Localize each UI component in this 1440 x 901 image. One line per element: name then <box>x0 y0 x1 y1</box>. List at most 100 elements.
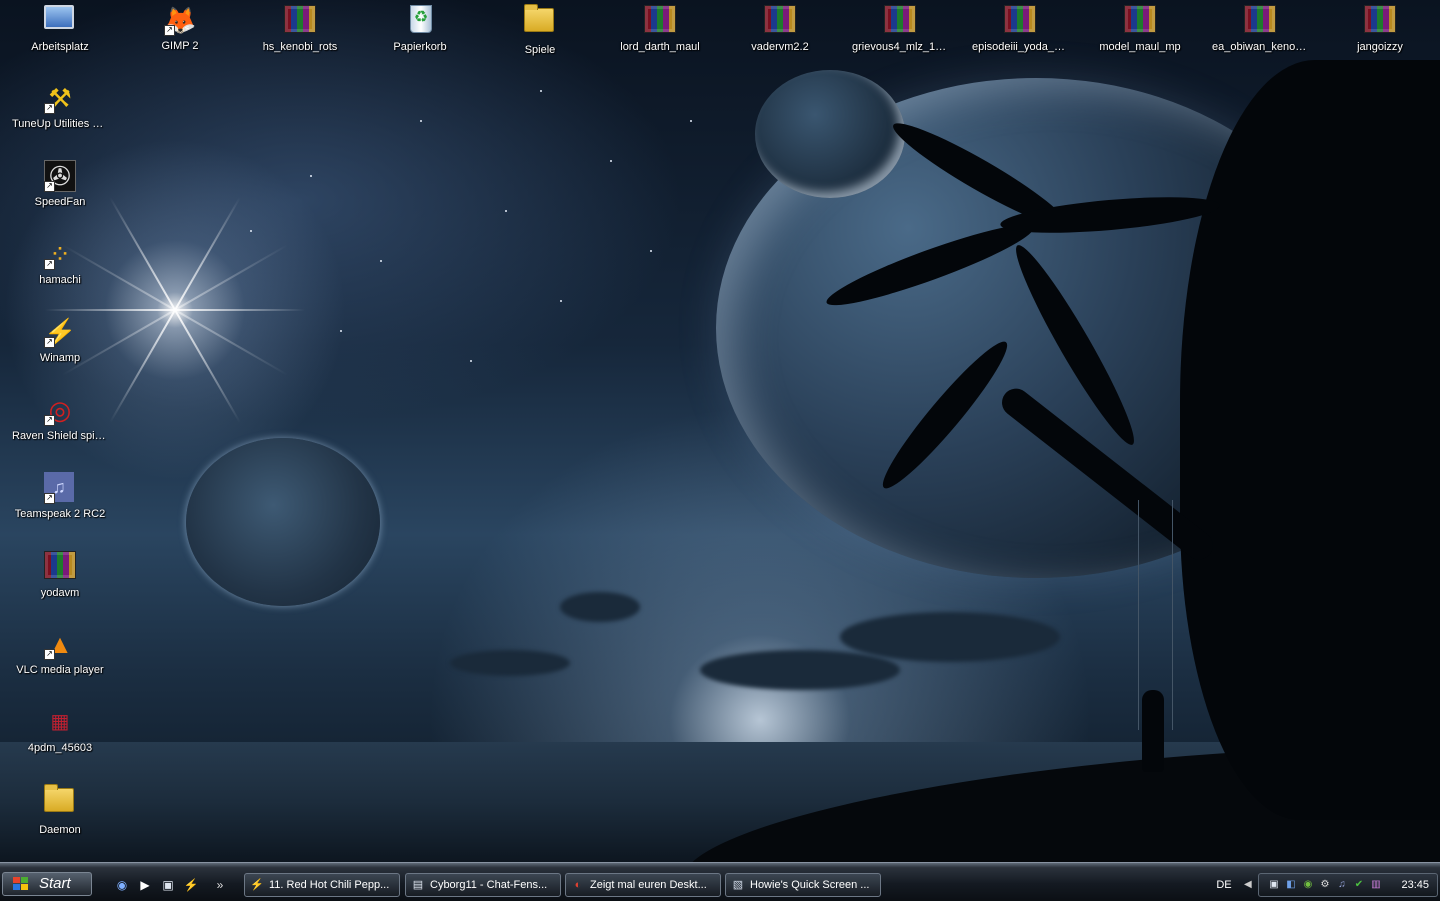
winrar-archive-icon <box>644 5 676 37</box>
desktop-icon-model-maul-mp[interactable]: model_maul_mp <box>1092 2 1188 72</box>
desktop-icon-label: Winamp <box>39 352 81 364</box>
desktop-icon-label: TuneUp Utilities 2007 <box>12 118 108 130</box>
desktop-icon-label: hs_kenobi_rots <box>262 41 338 53</box>
wallpaper-cloud <box>450 650 570 676</box>
winrar-archive-icon <box>44 551 76 583</box>
quick-launch-overflow-button[interactable]: » <box>212 877 228 893</box>
wallpaper-cloud <box>700 650 900 690</box>
winrar-archive-icon <box>1244 5 1276 37</box>
desktop-icon-label: Arbeitsplatz <box>31 41 89 53</box>
raven-shield-icon: ◎ ↗ <box>44 394 76 426</box>
clock[interactable]: 23:45 <box>1401 874 1429 896</box>
desktop-icon-vadervm[interactable]: vadervm2.2 <box>732 2 828 72</box>
wallpaper-star <box>560 300 562 302</box>
task-label: 11. Red Hot Chili Pepp... <box>269 879 390 891</box>
chart-icon[interactable]: ▥ <box>1369 878 1383 892</box>
desktop-icon-jangoizzy[interactable]: jangoizzy <box>1332 2 1428 72</box>
winamp-icon[interactable]: ⚡ <box>183 877 199 893</box>
monitor-icon[interactable]: ◧ <box>1284 878 1298 892</box>
browser-icon: ◐ <box>574 879 582 891</box>
desktop-icon-label: ea_obiwan_kenobi_... <box>1212 41 1308 53</box>
desktop-icon-tuneup[interactable]: ⚒ ↗ TuneUp Utilities 2007 <box>12 80 108 150</box>
speedfan-icon: ✇ ↗ <box>44 160 76 192</box>
desktop-icon-papierkorb[interactable]: ♻ Papierkorb <box>372 2 468 72</box>
network-icon[interactable]: ▣ <box>1267 878 1281 892</box>
taskbar-button-browser[interactable]: ◐ Zeigt mal euren Deskt... <box>565 873 721 897</box>
desktop-icon-episodeiii-yoda[interactable]: episodeiii_yoda_kaio <box>972 2 1068 72</box>
hamachi-icon: ⁘ ↗ <box>44 238 76 270</box>
desktop-icon-label: vadervm2.2 <box>751 41 809 53</box>
desktop-icon-hamachi[interactable]: ⁘ ↗ hamachi <box>12 236 108 306</box>
wallpaper-moon <box>755 70 905 198</box>
desktop-icon-label: lord_darth_maul <box>620 41 700 53</box>
screenshot-tool-icon: ▧ <box>732 879 744 891</box>
desktop-icon-label: Papierkorb <box>393 41 447 53</box>
desktop-icon-label: episodeiii_yoda_kaio <box>972 41 1068 53</box>
desktop-icon-raven-shield[interactable]: ◎ ↗ Raven Shield spielen <box>12 392 108 462</box>
desktop-icon-yodavm[interactable]: yodavm <box>12 548 108 618</box>
desktop-wallpaper <box>0 0 1440 862</box>
desktop-icon-daemon[interactable]: Daemon <box>12 782 108 852</box>
taskbar-button-screenshot[interactable]: ▧ Howie's Quick Screen ... <box>725 873 881 897</box>
task-label: Zeigt mal euren Deskt... <box>590 879 707 891</box>
desktop-icon-label: Teamspeak 2 RC2 <box>14 508 106 520</box>
desktop-icon-vlc[interactable]: ▲ ↗ VLC media player <box>12 626 108 696</box>
start-button[interactable]: Start <box>2 872 92 896</box>
desktop-icon-teamspeak[interactable]: ♫ ↗ Teamspeak 2 RC2 <box>12 470 108 540</box>
wallpaper-star <box>540 90 542 92</box>
wallpaper-star <box>340 330 342 332</box>
wallpaper-swing-figure <box>1142 690 1164 772</box>
wallpaper-star <box>610 160 612 162</box>
teamspeak-icon[interactable]: ♫ <box>1335 878 1349 892</box>
wallpaper-star <box>505 210 507 212</box>
desktop-icon-gimp[interactable]: 🦊 ↗ GIMP 2 <box>132 2 228 72</box>
desktop-icon-label: grievous4_mlz_1_01 <box>852 41 948 53</box>
show-desktop-icon[interactable]: ◉ <box>114 877 130 893</box>
desktop-icon-label: Raven Shield spielen <box>12 430 108 442</box>
4pdm-icon: ▦ <box>50 711 70 733</box>
task-label: Cyborg11 - Chat-Fens... <box>430 879 548 891</box>
security-icon[interactable]: ✔ <box>1352 878 1366 892</box>
desktop-icon-grievous4[interactable]: grievous4_mlz_1_01 <box>852 2 948 72</box>
winamp-icon: ⚡ ↗ <box>44 317 77 348</box>
tray-expand-chevron-icon[interactable]: ◀ <box>1244 876 1256 894</box>
desktop-icon-label: yodavm <box>40 587 80 599</box>
wallpaper-cloud <box>840 612 1060 662</box>
desktop-icon-hs-kenobi-rots[interactable]: hs_kenobi_rots <box>252 2 348 72</box>
desktop-icon-winamp[interactable]: ⚡ ↗ Winamp <box>12 314 108 384</box>
desktop-icon-speedfan[interactable]: ✇ ↗ SpeedFan <box>12 158 108 228</box>
computer-icon <box>44 5 76 37</box>
desktop-icon-label: Spiele <box>524 44 556 56</box>
window-icon[interactable]: ▣ <box>160 877 176 893</box>
wallpaper-tree-silhouette <box>1180 60 1440 820</box>
gimp-icon: 🦊 ↗ <box>164 5 197 36</box>
wallpaper-star <box>470 360 472 362</box>
wallpaper-swing-rope <box>1172 500 1173 730</box>
wallpaper-star <box>690 120 692 122</box>
teamspeak-icon: ♫ ↗ <box>44 472 76 504</box>
desktop-icon-lord-darth-maul[interactable]: lord_darth_maul <box>612 2 708 72</box>
desktop-icon-spiele[interactable]: Spiele <box>492 2 588 72</box>
wallpaper-star <box>380 260 382 262</box>
taskbar-button-chat[interactable]: ▤ Cyborg11 - Chat-Fens... <box>405 873 561 897</box>
wallpaper-star <box>310 175 312 177</box>
steam-icon[interactable]: ⚙ <box>1318 878 1332 892</box>
desktop-icon-arbeitsplatz[interactable]: Arbeitsplatz <box>12 2 108 72</box>
desktop-icon-label: hamachi <box>39 274 81 286</box>
system-tray: ▣ ◧ ◉ ⚙ ♫ ✔ ▥ 23:45 <box>1258 873 1438 897</box>
desktop-icon-4pdm[interactable]: ▦ 4pdm_45603 <box>12 704 108 774</box>
recycle-bin-icon: ♻ <box>404 5 436 37</box>
desktop-icon-label: VLC media player <box>16 664 104 676</box>
tuneup-icon: ⚒ ↗ <box>44 82 76 114</box>
wallpaper-cloud <box>560 592 640 622</box>
language-indicator[interactable]: DE <box>1208 873 1240 897</box>
desktop-icon-ea-obiwan-kenobi[interactable]: ea_obiwan_kenobi_... <box>1212 2 1308 72</box>
nvidia-icon[interactable]: ◉ <box>1301 878 1315 892</box>
taskbar-button-winamp[interactable]: ⚡ 11. Red Hot Chili Pepp... <box>244 873 400 897</box>
desktop-icon-label: GIMP 2 <box>161 40 199 52</box>
winrar-archive-icon <box>284 5 316 37</box>
desktop-icon-label: model_maul_mp <box>1099 41 1181 53</box>
winrar-archive-icon <box>764 5 796 37</box>
start-label: Start <box>39 875 71 892</box>
media-player-icon[interactable]: ▶ <box>137 877 153 893</box>
